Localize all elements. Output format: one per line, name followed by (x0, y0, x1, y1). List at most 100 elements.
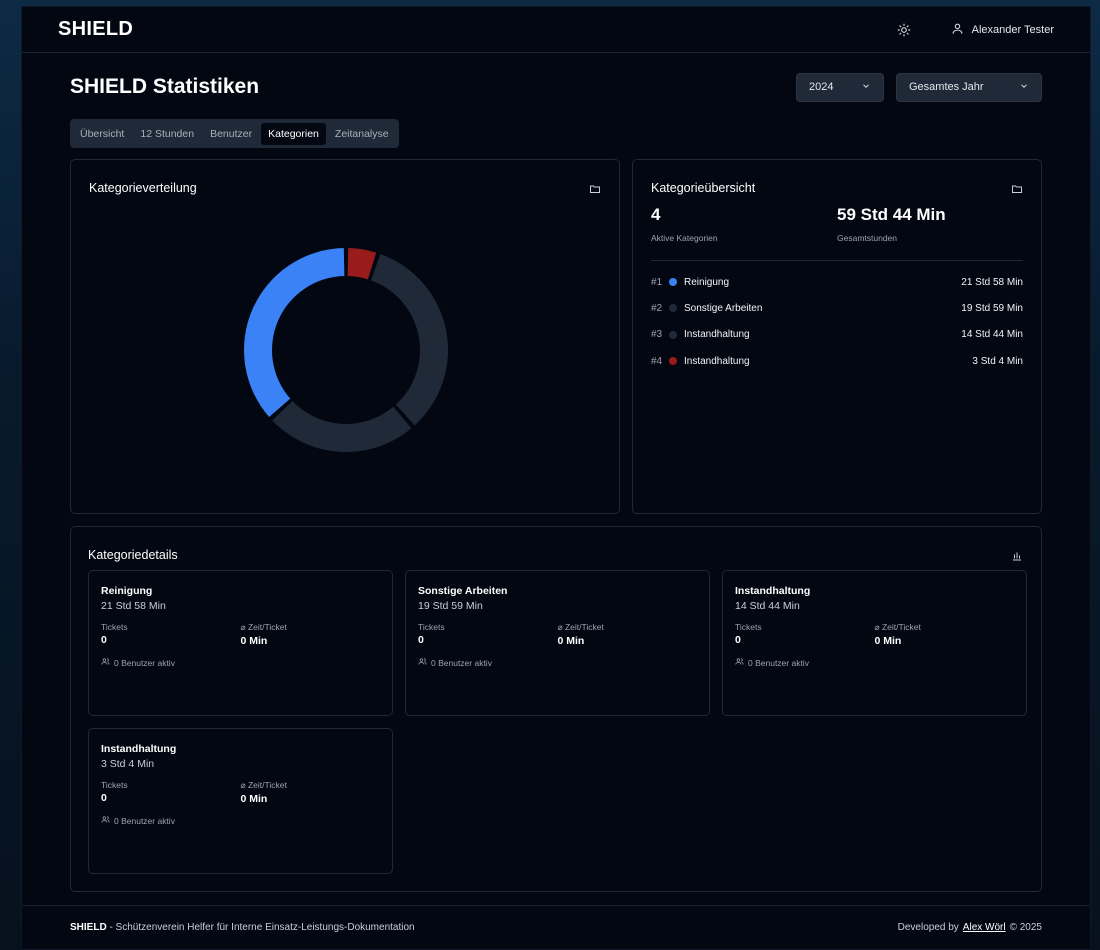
category-name: Instandhaltung (684, 329, 750, 341)
folder-icon (589, 182, 601, 200)
chevron-down-icon (1019, 81, 1029, 94)
details-title: Kategoriedetails (88, 548, 178, 562)
footer-copyright: © 2025 (1009, 922, 1042, 933)
distribution-title: Kategorieverteilung (89, 181, 197, 195)
detail-name: Instandhaltung (101, 743, 177, 755)
category-rank: #4 (651, 355, 663, 367)
details-card: Kategoriedetails Reinigung 21 Std 58 Min… (70, 526, 1042, 892)
tickets-label: Tickets (101, 622, 128, 632)
avg-time-value: 0 Min (240, 635, 268, 647)
users-icon (735, 657, 744, 668)
active-users-text: 0 Benutzer aktiv (114, 657, 175, 668)
donut-slice-3[interactable] (272, 401, 412, 452)
active-users: 0 Benutzer aktiv (101, 815, 380, 826)
color-dot (669, 357, 677, 366)
active-users-text: 0 Benutzer aktiv (748, 657, 809, 668)
active-users: 0 Benutzer aktiv (735, 657, 1014, 668)
detail-name: Sonstige Arbeiten (418, 585, 508, 597)
chevron-down-icon (861, 81, 871, 94)
total-hours-value: 59 Std 44 Min (837, 205, 946, 224)
year-select[interactable]: 2024 (796, 72, 884, 102)
footer: SHIELD - Schützenverein Helfer für Inter… (22, 905, 1090, 949)
distribution-card: Kategorieverteilung (70, 159, 620, 514)
category-detail-card: Reinigung 21 Std 58 Min Tickets 0 ⌀ Zeit… (88, 570, 393, 716)
category-time: 3 Std 4 Min (972, 355, 1023, 367)
avg-time-label: ⌀ Zeit/Ticket (874, 622, 921, 632)
category-rank: #2 (651, 302, 663, 314)
user-icon (951, 22, 964, 38)
folder-icon (1011, 182, 1023, 200)
detail-time: 19 Std 59 Min (418, 600, 483, 612)
tab-time-analysis[interactable]: Zeitanalyse (328, 123, 396, 145)
active-users: 0 Benutzer aktiv (418, 657, 697, 668)
theme-toggle-sun-icon[interactable] (895, 21, 913, 39)
donut-slice-2[interactable] (370, 253, 448, 426)
bar-chart-icon (1011, 549, 1023, 567)
users-icon (418, 657, 427, 668)
category-name: Sonstige Arbeiten (684, 302, 763, 314)
avg-time-label: ⌀ Zeit/Ticket (240, 780, 287, 790)
active-categories-label: Aktive Kategorien (651, 233, 718, 243)
tickets-value: 0 (735, 634, 741, 646)
donut-chart-container (241, 245, 451, 455)
list-item: #4 Instandhaltung 3 Std 4 Min (651, 348, 1023, 374)
avg-time-value: 0 Min (557, 635, 585, 647)
active-categories-value: 4 (651, 205, 661, 224)
range-select-value: Gesamtes Jahr (909, 81, 984, 93)
tab-overview[interactable]: Übersicht (73, 123, 131, 145)
tickets-value: 0 (101, 634, 107, 646)
page-title: SHIELD Statistiken (70, 75, 260, 98)
tickets-label: Tickets (735, 622, 762, 632)
tickets-label: Tickets (418, 622, 445, 632)
category-detail-card: Sonstige Arbeiten 19 Std 59 Min Tickets … (405, 570, 710, 716)
tickets-value: 0 (101, 792, 107, 804)
avg-time-value: 0 Min (240, 793, 268, 805)
tab-users[interactable]: Benutzer (203, 123, 259, 145)
category-rank: #3 (651, 329, 663, 341)
category-detail-card: Instandhaltung 3 Std 4 Min Tickets 0 ⌀ Z… (88, 728, 393, 874)
tab-categories[interactable]: Kategorien (261, 122, 326, 145)
active-users-text: 0 Benutzer aktiv (114, 815, 175, 826)
tab-12-hours[interactable]: 12 Stunden (133, 123, 201, 145)
tickets-value: 0 (418, 634, 424, 646)
avg-time-value: 0 Min (874, 635, 902, 647)
list-item: #2 Sonstige Arbeiten 19 Std 59 Min (651, 295, 1023, 321)
range-select[interactable]: Gesamtes Jahr (896, 72, 1042, 102)
divider (651, 260, 1023, 261)
category-list: #1 Reinigung 21 Std 58 Min #2 Sonstige A… (651, 269, 1023, 374)
tab-bar: Übersicht 12 Stunden Benutzer Kategorien… (70, 119, 399, 148)
year-select-value: 2024 (809, 81, 834, 93)
active-users-text: 0 Benutzer aktiv (431, 657, 492, 668)
detail-time: 14 Std 44 Min (735, 600, 800, 612)
footer-tagline: - Schützenverein Helfer für Interne Eins… (106, 922, 415, 933)
overview-card: Kategorieübersicht 4 Aktive Kategorien 5… (632, 159, 1042, 514)
active-users: 0 Benutzer aktiv (101, 657, 380, 668)
list-item: #3 Instandhaltung 14 Std 44 Min (651, 322, 1023, 348)
footer-dev-prefix: Developed by (897, 922, 959, 933)
overview-title: Kategorieübersicht (651, 181, 756, 195)
users-icon (101, 815, 110, 826)
detail-name: Reinigung (101, 585, 153, 597)
footer-brand: SHIELD (70, 922, 107, 933)
brand-logo[interactable]: SHIELD (58, 18, 133, 41)
list-item: #1 Reinigung 21 Std 58 Min (651, 269, 1023, 295)
color-dot (669, 278, 677, 287)
user-name: Alexander Tester (971, 23, 1054, 36)
donut-slice-1[interactable] (243, 248, 345, 418)
tickets-label: Tickets (101, 780, 128, 790)
color-dot (669, 330, 677, 339)
users-icon (101, 657, 110, 668)
category-name: Reinigung (684, 276, 730, 288)
category-detail-card: Instandhaltung 14 Std 44 Min Tickets 0 ⌀… (722, 570, 1027, 716)
donut-slice-4[interactable] (347, 248, 377, 280)
developer-link[interactable]: Alex Wörl (963, 922, 1006, 933)
top-bar: SHIELD Alexander Tester (22, 7, 1090, 53)
donut-chart (243, 248, 448, 452)
category-name: Instandhaltung (684, 355, 750, 367)
app-window: SHIELD Alexander Tester SHIELD Statistik… (21, 6, 1091, 950)
color-dot (669, 304, 677, 313)
total-hours-label: Gesamtstunden (837, 233, 898, 243)
detail-time: 3 Std 4 Min (101, 758, 155, 770)
user-menu[interactable]: Alexander Tester (951, 22, 1054, 38)
detail-time: 21 Std 58 Min (101, 600, 166, 612)
